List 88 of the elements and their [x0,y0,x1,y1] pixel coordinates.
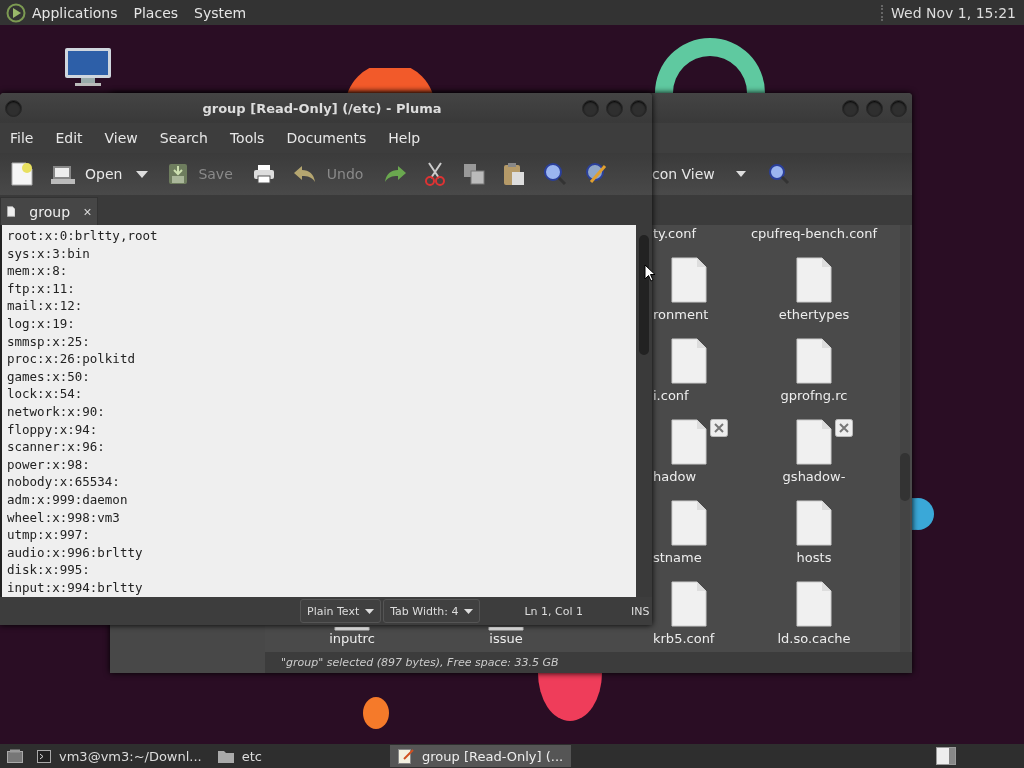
file-name[interactable]: hosts [796,550,832,565]
document-icon [7,204,16,219]
text-editor[interactable] [0,225,636,597]
search-icon[interactable] [543,162,568,186]
file-name[interactable]: i.conf [653,388,689,403]
locked-file-icon[interactable] [671,419,729,465]
file-name[interactable]: krb5.conf [653,631,715,646]
window-title: group [Read-Only] (/etc) - Pluma [201,100,443,116]
view-selector[interactable]: con View [652,166,736,182]
file-name[interactable]: stname [653,550,702,565]
open-file-icon [51,163,75,185]
folder-icon [217,749,234,763]
code-line: ftp:x:11: [7,279,76,298]
code-line: power:x:98: [7,455,91,474]
copy-icon[interactable] [463,163,486,185]
dropdown-caret-icon[interactable] [136,170,149,178]
panel-menu[interactable]: Places [133,4,179,21]
workspace-switcher-icon[interactable] [936,747,956,765]
code-line: disk:x:995: [7,561,91,579]
panel-menu[interactable]: Applications [32,4,118,21]
file-name[interactable]: cpufreq-bench.conf [750,226,878,241]
undo-icon [292,164,317,184]
text-editor-icon [398,748,414,764]
menu-item[interactable]: Help [388,130,421,146]
show-desktop-icon[interactable] [7,749,23,763]
new-document-icon[interactable] [11,162,33,186]
file-name[interactable]: ld.so.cache [777,631,851,646]
file-name[interactable]: gprofng.rc [780,388,848,403]
status-text: "group" selected (897 bytes), Free space: 33.5 GB [281,656,559,669]
code-line: adm:x:999:daemon [7,490,129,509]
menu-item[interactable]: Tools [229,130,265,146]
menu-item[interactable]: Search [159,130,208,146]
code-line: sys:x:3:bin [7,244,91,263]
caret-icon [464,608,474,614]
dropdown-caret-icon[interactable] [736,171,746,177]
locked-file-icon[interactable] [796,419,854,465]
redo-icon[interactable] [383,164,408,184]
code-line: smmsp:x:25: [7,332,91,351]
file-name[interactable]: gshadow- [782,469,846,484]
file-name[interactable]: ty.conf [653,226,696,241]
code-line: wheel:x:998:vm3 [7,508,121,527]
save-icon [168,163,189,185]
code-line: log:x:19: [7,314,76,333]
code-line: mail:x:12: [7,297,84,315]
menu-item[interactable]: Documents [286,130,367,146]
file-name[interactable]: inputrc [329,631,375,646]
mouse-pointer-icon [644,264,656,282]
menu-item[interactable]: File [10,130,34,146]
tab-width-dropdown[interactable]: Tab Width: 4 [383,599,481,623]
clock[interactable]: Wed Nov 1, 15:21 [881,4,1016,21]
taskbar-button[interactable]: etc [209,745,270,767]
taskbar-button[interactable]: vm3@vm3:~/Downl... [29,745,210,767]
code-line: floppy:x:94: [7,420,99,439]
cursor-position: Ln 1, Col 1 [524,604,584,618]
panel-menu[interactable]: System [194,4,247,21]
code-line: games:x:50: [7,367,91,386]
search-icon[interactable] [768,163,790,185]
code-line: utmp:x:997: [7,526,91,544]
code-line: audio:x:996:brltty [7,543,144,562]
wallpaper-circle [362,696,390,730]
code-line: scanner:x:96: [7,438,106,456]
insert-mode: INS [631,604,650,618]
code-line: root:x:0:brltty,root [7,227,159,245]
open-button[interactable]: Open [51,163,123,185]
scrollbar[interactable] [900,225,910,652]
code-line: proc:x:26:polkitd [7,350,136,368]
logo-icon[interactable] [6,2,26,23]
code-line: nobody:x:65534: [7,473,121,491]
code-line: mem:x:8: [7,262,69,280]
file-name[interactable]: issue [489,631,523,646]
close-icon[interactable] [84,206,91,217]
document-tab[interactable]: group [0,197,98,225]
language-dropdown[interactable]: Plain Text [300,599,382,623]
print-icon[interactable] [252,164,275,184]
taskbar-button[interactable]: group [Read-Only] (... [390,745,572,767]
file-name[interactable]: ethertypes [778,307,850,322]
menu-item[interactable]: Edit [55,130,83,146]
clipboard-icon[interactable] [503,162,526,186]
code-line: network:x:90: [7,402,106,421]
computer-icon[interactable] [63,47,113,87]
code-line: lock:x:54: [7,385,84,403]
file-name[interactable]: hadow [653,469,697,484]
caret-icon [365,608,375,614]
file-name[interactable]: ronment [653,307,709,322]
code-line: input:x:994:brltty [7,578,144,597]
terminal-icon [37,749,51,763]
menu-item[interactable]: View [104,130,138,146]
scissors-icon[interactable] [425,162,446,186]
